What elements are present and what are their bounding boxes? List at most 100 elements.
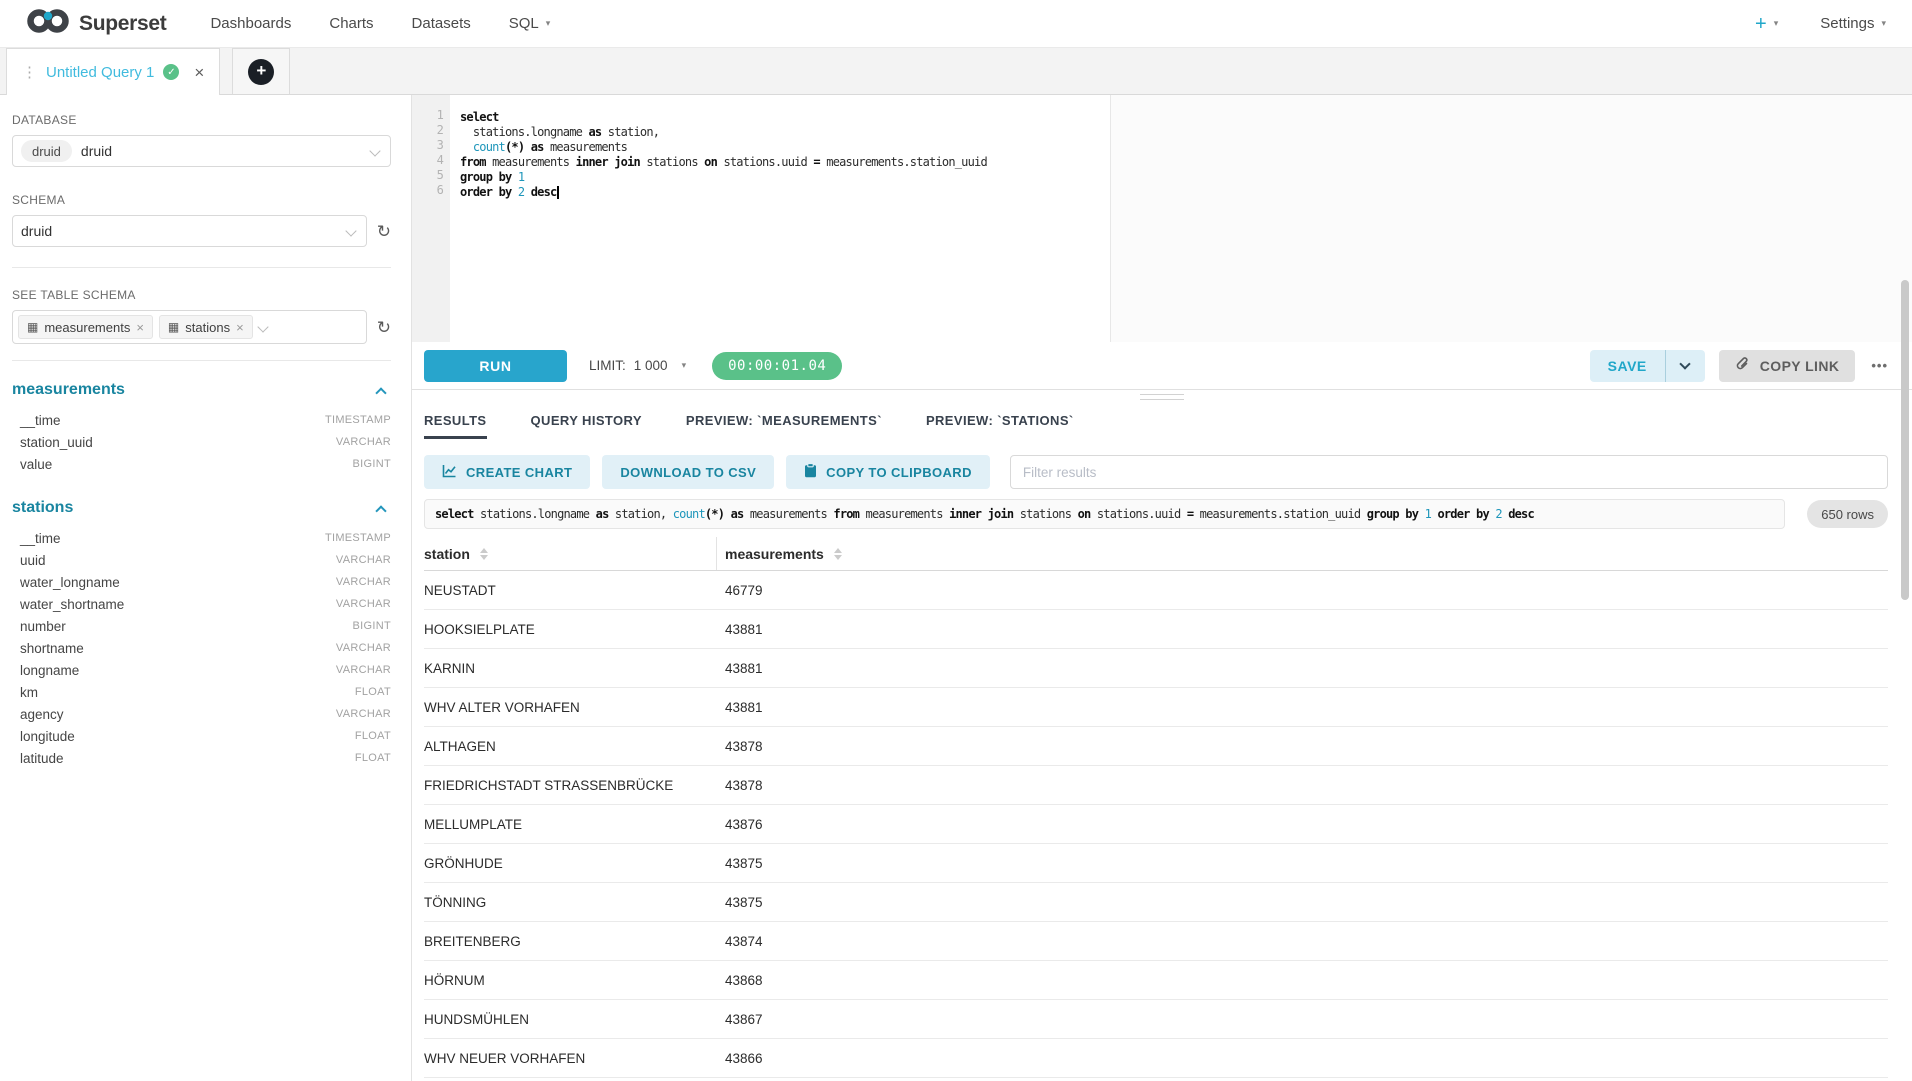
cell-station: NEUSTADT xyxy=(424,583,717,598)
nav-item-datasets[interactable]: Datasets xyxy=(412,15,471,32)
table-schema-stations: stations __time TIMESTAMP uuid VARCHAR w… xyxy=(12,499,391,769)
remove-table-icon[interactable]: × xyxy=(236,321,244,334)
collapse-chevron-up-icon[interactable] xyxy=(375,387,386,398)
collapse-chevron-up-icon[interactable] xyxy=(375,505,386,516)
table-schema-select[interactable]: ▦ measurements × ▦ stations × xyxy=(12,310,367,344)
download-csv-button[interactable]: DOWNLOAD TO CSV xyxy=(602,455,774,489)
column-header-measurements[interactable]: measurements xyxy=(717,546,842,562)
filter-results-input[interactable] xyxy=(1010,455,1888,489)
column-row: shortname VARCHAR xyxy=(12,637,391,659)
results-tab[interactable]: PREVIEW: `MEASUREMENTS` xyxy=(686,404,882,439)
results-tab[interactable]: RESULTS xyxy=(424,404,487,439)
nav-item-charts[interactable]: Charts xyxy=(329,15,373,32)
close-tab-icon[interactable]: × xyxy=(194,64,204,81)
cell-measurements: 43878 xyxy=(717,739,763,754)
column-row: station_uuid VARCHAR xyxy=(12,431,391,453)
schema-select[interactable]: druid xyxy=(12,215,367,247)
save-button[interactable]: SAVE xyxy=(1590,350,1665,382)
column-name: longitude xyxy=(20,729,75,744)
cell-station: BREITENBERG xyxy=(424,934,717,949)
column-type: VARCHAR xyxy=(336,708,391,720)
refresh-schemas-icon[interactable]: ↻ xyxy=(377,223,391,240)
drag-handle-icon[interactable]: ⋮ xyxy=(22,65,37,80)
column-type: BIGINT xyxy=(353,458,391,470)
elapsed-time-badge: 00:00:01.04 xyxy=(712,352,842,380)
limit-label: LIMIT: xyxy=(589,358,626,373)
table-row: HOOKSIELPLATE 43881 xyxy=(424,610,1888,649)
query-tab-active[interactable]: ⋮ Untitled Query 1 ✓ × xyxy=(6,48,220,95)
table-row: WHV ALTER VORHAFEN 43881 xyxy=(424,688,1888,727)
copy-link-button[interactable]: COPY LINK xyxy=(1719,350,1856,382)
cell-measurements: 46779 xyxy=(717,583,763,598)
limit-value: 1 000 xyxy=(634,358,668,373)
column-name: uuid xyxy=(20,553,46,568)
column-name: __time xyxy=(20,413,61,428)
database-select[interactable]: druid druid xyxy=(12,135,391,167)
copy-link-label: COPY LINK xyxy=(1760,358,1840,374)
settings-menu[interactable]: Settings ▾ xyxy=(1820,15,1886,32)
editor-toolbar: RUN LIMIT: 1 000 ▾ 00:00:01.04 SAVE xyxy=(412,342,1912,389)
caret-down-icon: ▾ xyxy=(682,360,687,371)
query-success-check-icon: ✓ xyxy=(163,64,179,80)
code-line: from measurements inner join stations on… xyxy=(460,153,1912,168)
save-options-button[interactable] xyxy=(1665,350,1705,382)
code-text: select xyxy=(460,110,499,124)
create-chart-button[interactable]: CREATE CHART xyxy=(424,455,590,489)
superset-logo[interactable]: Superset xyxy=(26,6,166,41)
column-row: water_shortname VARCHAR xyxy=(12,593,391,615)
cell-station: ALTHAGEN xyxy=(424,739,717,754)
column-name: water_longname xyxy=(20,575,120,590)
column-type: VARCHAR xyxy=(336,664,391,676)
chevron-down-icon xyxy=(345,225,356,236)
sql-lab-sidebar: DATABASE druid druid SCHEMA druid ↻ SEE … xyxy=(0,95,412,1081)
copy-clipboard-button[interactable]: COPY TO CLIPBOARD xyxy=(786,455,990,489)
chevron-down-icon xyxy=(1680,358,1691,369)
sql-lab-app: Superset Dashboards Charts Datasets SQL … xyxy=(0,0,1912,1081)
nav-item-dashboards[interactable]: Dashboards xyxy=(210,15,291,32)
database-value: druid xyxy=(81,143,112,159)
query-tabbar: ⋮ Untitled Query 1 ✓ × + xyxy=(0,48,1912,95)
run-button[interactable]: RUN xyxy=(424,350,567,382)
column-name: value xyxy=(20,457,52,472)
resize-handle[interactable] xyxy=(1140,394,1184,400)
code-line: select xyxy=(460,108,1912,123)
results-tab[interactable]: PREVIEW: `STATIONS` xyxy=(926,404,1074,439)
new-item-button[interactable]: + ▾ xyxy=(1755,14,1778,34)
add-query-tab[interactable]: + xyxy=(232,48,290,95)
brand-name: Superset xyxy=(79,12,166,36)
results-tab[interactable]: QUERY HISTORY xyxy=(531,404,642,439)
nav-item-sql-label: SQL xyxy=(509,15,539,32)
schema-value: druid xyxy=(21,223,52,239)
more-actions-button[interactable]: ••• xyxy=(1871,358,1888,373)
refresh-tables-icon[interactable]: ↻ xyxy=(377,319,391,336)
chevron-down-icon xyxy=(257,321,268,332)
plus-icon: + xyxy=(1755,14,1767,34)
cell-measurements: 43866 xyxy=(717,1051,763,1066)
column-type: FLOAT xyxy=(355,686,391,698)
column-type: TIMESTAMP xyxy=(325,532,391,544)
cell-measurements: 43874 xyxy=(717,934,763,949)
column-row: __time TIMESTAMP xyxy=(12,409,391,431)
page-scrollbar-thumb[interactable] xyxy=(1901,280,1909,600)
code-line: order by 2 desc xyxy=(460,183,1912,198)
chart-icon xyxy=(442,464,457,481)
cell-station: WHV NEUER VORHAFEN xyxy=(424,1051,717,1066)
sql-editor[interactable]: 123456 select stations.longname as stati… xyxy=(412,95,1912,342)
column-name: number xyxy=(20,619,66,634)
column-header-station[interactable]: station xyxy=(424,537,717,570)
code-area[interactable]: select stations.longname as station, cou… xyxy=(450,95,1912,342)
column-row: water_longname VARCHAR xyxy=(12,571,391,593)
limit-dropdown[interactable]: LIMIT: 1 000 ▾ xyxy=(589,358,686,373)
cell-station: GRÖNHUDE xyxy=(424,856,717,871)
nav-item-sql[interactable]: SQL ▾ xyxy=(509,15,551,32)
table-row: FRIEDRICHSTADT STRASSENBRÜCKE 43878 xyxy=(424,766,1888,805)
remove-table-icon[interactable]: × xyxy=(136,321,144,334)
column-row: longitude FLOAT xyxy=(12,725,391,747)
cell-station: HUNDSMÜHLEN xyxy=(424,1012,717,1027)
table-row: HÖRNUM 43868 xyxy=(424,961,1888,1000)
column-type: VARCHAR xyxy=(336,576,391,588)
table-chip-label: stations xyxy=(185,320,230,335)
chevron-down-icon xyxy=(369,145,380,156)
column-row: agency VARCHAR xyxy=(12,703,391,725)
add-tab-plus-icon: + xyxy=(248,59,274,85)
